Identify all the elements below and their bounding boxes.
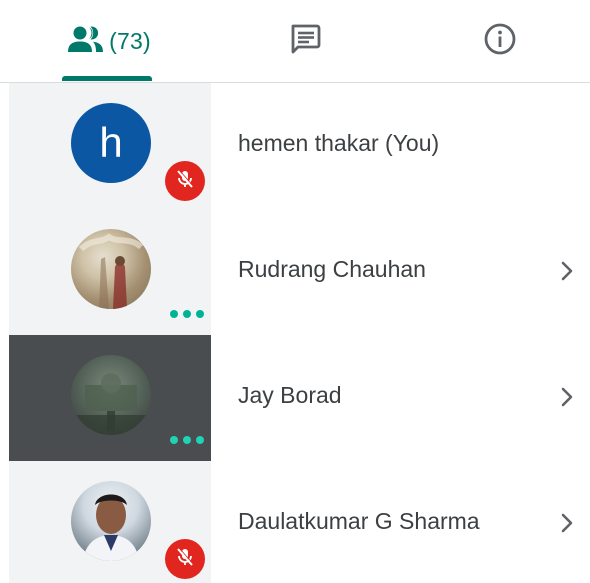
participant-row[interactable]: Daulatkumar G Sharma [0, 461, 590, 583]
chevron-right-icon[interactable] [556, 258, 578, 284]
speaking-indicator [170, 309, 204, 319]
avatar [71, 229, 151, 309]
participant-row[interactable]: Jay Borad [0, 335, 590, 461]
avatar: h [71, 103, 151, 183]
tab-people[interactable]: (73) [44, 0, 174, 82]
info-icon [483, 22, 517, 61]
people-icon [67, 25, 105, 58]
participant-name: Daulatkumar G Sharma [238, 508, 480, 534]
active-tab-indicator [62, 76, 152, 81]
chat-icon [288, 22, 322, 61]
mic-off-icon [174, 546, 196, 573]
participant-row[interactable]: h hemen thakar (You) [0, 83, 590, 209]
meeting-side-panel: (73) h hemen thakar (You) Rudrang Chauha… [0, 0, 590, 583]
avatar [71, 481, 151, 561]
chevron-right-icon[interactable] [556, 384, 578, 410]
participant-name: Rudrang Chauhan [238, 256, 426, 282]
speaking-indicator [170, 435, 204, 445]
participant-list: h hemen thakar (You) Rudrang Chauhan Jay… [0, 83, 590, 583]
muted-mic-badge [165, 539, 205, 579]
muted-mic-badge [165, 161, 205, 201]
panel-tab-bar: (73) [0, 0, 590, 83]
mic-off-icon [174, 168, 196, 195]
participant-name: hemen thakar (You) [238, 130, 440, 156]
participant-count: (73) [109, 27, 151, 54]
chevron-right-icon[interactable] [556, 510, 578, 536]
participant-row[interactable]: Rudrang Chauhan [0, 209, 590, 335]
avatar [71, 355, 151, 435]
tab-chat[interactable] [240, 0, 370, 82]
participant-name: Jay Borad [238, 382, 342, 408]
tab-info[interactable] [435, 0, 565, 82]
